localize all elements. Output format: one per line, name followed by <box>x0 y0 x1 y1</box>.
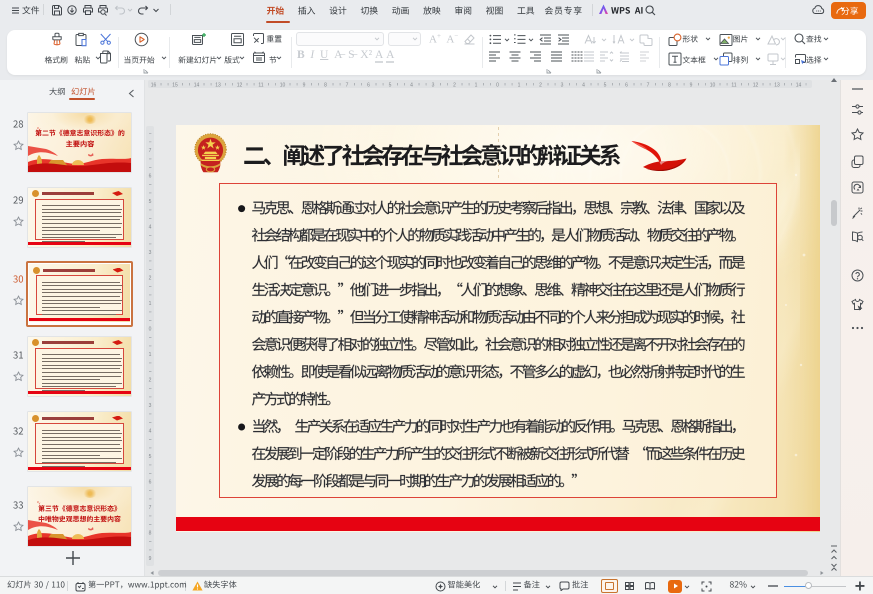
svg-text:7: 7 <box>149 505 152 511</box>
svg-text:1: 1 <box>475 83 478 89</box>
svg-text:16: 16 <box>151 83 157 89</box>
svg-text:14: 14 <box>796 83 802 89</box>
svg-text:4: 4 <box>410 83 413 89</box>
svg-text:1: 1 <box>149 301 152 307</box>
svg-text:2: 2 <box>539 83 542 89</box>
svg-text:9: 9 <box>690 83 693 89</box>
svg-text:8: 8 <box>668 83 671 89</box>
svg-text:11: 11 <box>731 83 736 89</box>
svg-text:5: 5 <box>149 199 152 205</box>
svg-text:0: 0 <box>496 83 499 89</box>
svg-text:1: 1 <box>518 83 521 89</box>
svg-text:7: 7 <box>346 83 349 89</box>
svg-text:7: 7 <box>149 148 152 154</box>
svg-text:2: 2 <box>149 378 152 384</box>
svg-text:10: 10 <box>710 83 716 89</box>
svg-text:9: 9 <box>149 556 152 562</box>
svg-text:10: 10 <box>280 83 286 89</box>
svg-text:2: 2 <box>149 276 152 282</box>
svg-text:3: 3 <box>149 403 152 409</box>
svg-text:1: 1 <box>149 352 152 358</box>
svg-text:6: 6 <box>149 174 152 180</box>
svg-text:3: 3 <box>432 83 435 89</box>
svg-text:8: 8 <box>149 531 152 537</box>
svg-text:5: 5 <box>149 454 152 460</box>
svg-text:3: 3 <box>561 83 564 89</box>
svg-text:13: 13 <box>215 83 221 89</box>
svg-text:14: 14 <box>194 83 200 89</box>
svg-text:7: 7 <box>647 83 650 89</box>
svg-text:8: 8 <box>324 83 327 89</box>
svg-text:3: 3 <box>149 250 152 256</box>
svg-text:13: 13 <box>774 83 780 89</box>
svg-text:15: 15 <box>172 83 178 89</box>
svg-text:5: 5 <box>604 83 607 89</box>
svg-text:4: 4 <box>149 429 152 435</box>
svg-text:12: 12 <box>753 83 759 89</box>
svg-text:6: 6 <box>149 480 152 486</box>
svg-text:12: 12 <box>237 83 243 89</box>
svg-text:0: 0 <box>149 327 152 333</box>
svg-text:9: 9 <box>303 83 306 89</box>
svg-text:5: 5 <box>389 83 392 89</box>
svg-text:6: 6 <box>625 83 628 89</box>
svg-text:6: 6 <box>367 83 370 89</box>
svg-text:4: 4 <box>582 83 585 89</box>
svg-text:4: 4 <box>149 225 152 231</box>
svg-text:11: 11 <box>258 83 263 89</box>
svg-text:2: 2 <box>453 83 456 89</box>
